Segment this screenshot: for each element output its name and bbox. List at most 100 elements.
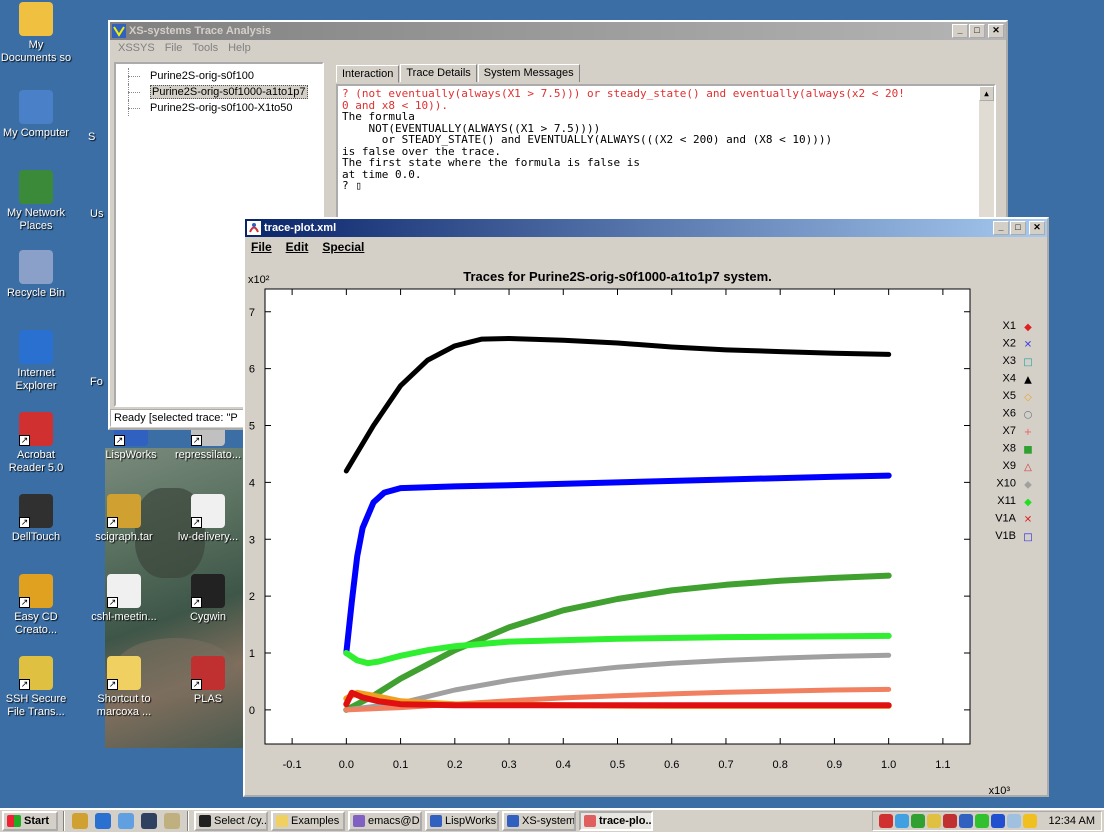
menu-help[interactable]: Help <box>228 42 251 56</box>
shortcut-arrow-icon: ↗ <box>191 435 202 446</box>
scroll-up-arrow-icon[interactable]: ▲ <box>979 86 994 101</box>
trace-item[interactable]: Purine2S-orig-s0f100 <box>122 68 316 84</box>
legend-label: X8 <box>1003 443 1016 455</box>
close-button[interactable]: ✕ <box>988 24 1004 38</box>
legend-marker-icon: ■ <box>1023 445 1032 456</box>
desktop-icon[interactable]: ↗ lw-delivery... <box>172 494 244 544</box>
desktop-icon-glyph-icon: ↗ <box>107 494 141 528</box>
close-button[interactable]: ✕ <box>1029 221 1045 235</box>
desktop-icon-label: Cygwin <box>189 611 227 623</box>
maximize-button[interactable]: □ <box>969 24 985 38</box>
y-tick-label: 4 <box>249 477 255 489</box>
menu-file[interactable]: File <box>165 42 183 56</box>
legend-label: X7 <box>1003 425 1016 437</box>
legend-label: X10 <box>996 478 1016 490</box>
desktop-icon-glyph-icon: ↗ <box>19 494 53 528</box>
tab-system-messages[interactable]: System Messages <box>477 64 580 82</box>
legend-marker-icon: ◆ <box>1024 322 1032 333</box>
tray-icon[interactable] <box>942 814 957 828</box>
x-tick-label: 0.3 <box>501 759 516 771</box>
console-output-line: at time 0.0. <box>342 167 422 181</box>
trace-item-selected[interactable]: Purine2S-orig-s0f1000-a1to1p7 <box>122 84 316 100</box>
tab-interaction[interactable]: Interaction <box>336 65 400 83</box>
desktop-icon[interactable]: ↗ Easy CD Creato... <box>0 574 72 637</box>
desktop-icon[interactable]: ↗ Cygwin <box>172 574 244 624</box>
menu-edit[interactable]: Edit <box>286 240 309 254</box>
desktop-icon-label: Acrobat Reader 5.0 <box>8 449 64 474</box>
legend-label: X6 <box>1003 408 1016 420</box>
trace-chart[interactable]: Traces for Purine2S-orig-s0f1000-a1to1p7… <box>245 259 1047 795</box>
tray-icon[interactable] <box>990 814 1005 828</box>
show-desktop-icon[interactable] <box>72 813 88 829</box>
desktop-icon[interactable]: ↗ SSH Secure File Trans... <box>0 656 72 719</box>
desktop-icon[interactable]: My Computer <box>0 90 72 140</box>
desktop-partial-label: Fo <box>90 376 103 388</box>
desktop-partial-label: S <box>88 131 96 143</box>
desktop-icon[interactable]: ↗ scigraph.tar <box>88 494 160 544</box>
taskbar-button[interactable]: Examples <box>271 811 345 831</box>
taskbar-button[interactable]: LispWorks... <box>425 811 499 831</box>
menu-file[interactable]: File <box>251 240 272 254</box>
tray-icon[interactable] <box>1006 814 1021 828</box>
desktop-icon[interactable]: My Network Places <box>0 170 72 233</box>
minimize-button[interactable]: _ <box>993 221 1009 235</box>
tray-icon[interactable] <box>894 814 909 828</box>
tab-trace-details[interactable]: Trace Details <box>400 64 477 82</box>
desktop-icon[interactable]: Internet Explorer <box>0 330 72 393</box>
desktop-icon[interactable]: Recycle Bin <box>0 250 72 300</box>
plot-area[interactable]: Traces for Purine2S-orig-s0f1000-a1to1p7… <box>245 259 1047 795</box>
taskbar-button[interactable]: emacs@D... <box>348 811 422 831</box>
tray-icon[interactable] <box>974 814 989 828</box>
menu-xssys[interactable]: XSSYS <box>118 42 155 56</box>
desktop-icon[interactable]: My Documents so <box>0 2 72 65</box>
start-button[interactable]: Start <box>2 811 58 831</box>
taskbar-button[interactable]: trace-plo... <box>579 811 653 831</box>
internet-explorer-icon[interactable] <box>95 813 111 829</box>
task-label: trace-plo... <box>599 815 653 827</box>
trace-plot-menubar: File Edit Special <box>245 237 1047 257</box>
legend-marker-icon: ◇ <box>1024 392 1032 403</box>
desktop-icon[interactable]: ↗ DellTouch <box>0 494 72 544</box>
xs-titlebar[interactable]: XS-systems Trace Analysis _ □ ✕ <box>110 22 1006 40</box>
terminal-icon[interactable] <box>141 813 157 829</box>
desktop-icon[interactable]: ↗ PLAS <box>172 656 244 706</box>
taskbar-button[interactable]: Select /cy... <box>194 811 268 831</box>
shortcut-arrow-icon: ↗ <box>19 597 30 608</box>
desktop-icon-label: My Documents so <box>0 39 72 64</box>
desktop-icon-label: Internet Explorer <box>15 367 57 392</box>
menu-special[interactable]: Special <box>322 240 364 254</box>
clock: 12:34 AM <box>1048 815 1095 827</box>
shortcut-arrow-icon: ↗ <box>191 679 202 690</box>
console-query-line: 0 and x8 < 10)). <box>342 98 448 112</box>
task-label: Select /cy... <box>214 815 268 827</box>
legend-marker-icon: △ <box>1024 462 1032 473</box>
x-tick-label: 1.0 <box>881 759 896 771</box>
quicklaunch-icon[interactable] <box>164 813 180 829</box>
maximize-button[interactable]: □ <box>1010 221 1026 235</box>
trace-plot-titlebar[interactable]: trace-plot.xml _ □ ✕ <box>245 219 1047 237</box>
tray-icon[interactable] <box>878 814 893 828</box>
desktop-icon[interactable]: ↗ cshl-meetin... <box>88 574 160 624</box>
desktop-icon-glyph-icon <box>19 330 53 364</box>
console-scrollbar[interactable]: ▲ <box>979 86 994 238</box>
tray-icon[interactable] <box>926 814 941 828</box>
taskbar-button[interactable]: XS-system... <box>502 811 576 831</box>
tray-icon[interactable] <box>1022 814 1037 828</box>
minimize-button[interactable]: _ <box>952 24 968 38</box>
trace-plot-window[interactable]: trace-plot.xml _ □ ✕ File Edit Special T… <box>243 217 1049 797</box>
trace-item[interactable]: Purine2S-orig-s0f100-X1to50 <box>122 100 316 116</box>
menu-tools[interactable]: Tools <box>192 42 218 56</box>
desktop-icon-label: Recycle Bin <box>6 287 66 299</box>
tray-icon[interactable] <box>910 814 925 828</box>
shortcut-arrow-icon: ↗ <box>107 597 118 608</box>
tray-icon[interactable] <box>958 814 973 828</box>
outlook-icon[interactable] <box>118 813 134 829</box>
windows-flag-icon <box>7 815 21 827</box>
desktop-icon[interactable]: ↗ Shortcut to marcoxa ... <box>88 656 160 719</box>
desktop-icon[interactable]: ↗ Acrobat Reader 5.0 <box>0 412 72 475</box>
legend-marker-icon: ◆ <box>1024 497 1032 508</box>
legend-marker-icon: ○ <box>1024 410 1033 421</box>
desktop-icon-glyph-icon: ↗ <box>191 574 225 608</box>
desktop-icon-label: LispWorks <box>105 449 157 461</box>
y-tick-label: 1 <box>249 648 255 660</box>
